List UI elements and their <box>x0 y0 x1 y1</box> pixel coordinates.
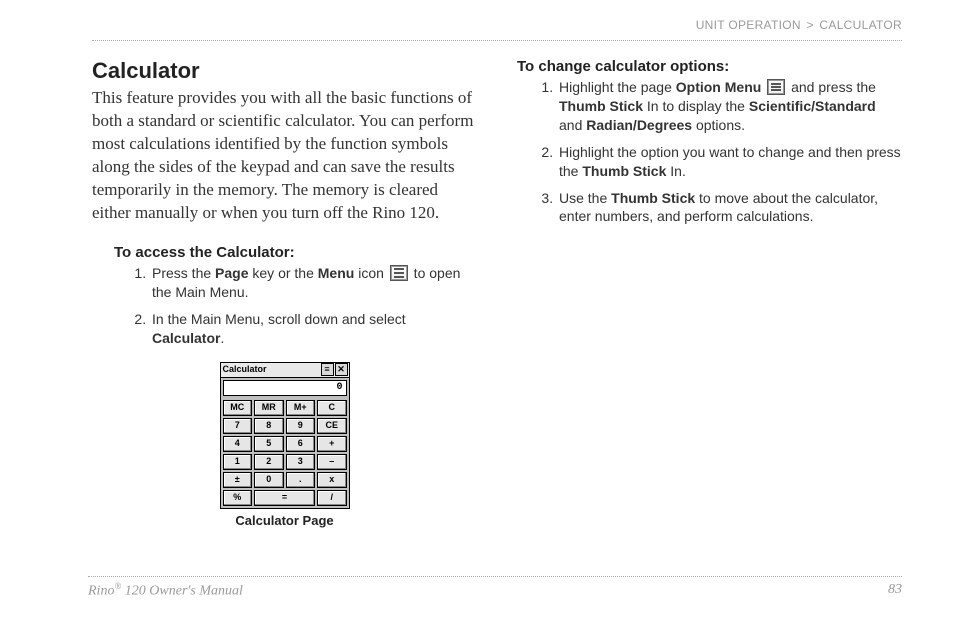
bold: Option Menu <box>676 79 762 95</box>
calc-key-6: 6 <box>286 436 316 452</box>
calculator-window: Calculator ≡ ✕ 0 MC MR M+ C 7 8 9 CE <box>220 362 350 509</box>
titlebar-menu-icon: ≡ <box>321 363 334 376</box>
calc-key-mr: MR <box>254 400 284 416</box>
change-step-2: Highlight the option you want to change … <box>557 143 902 181</box>
calc-key-mplus: M+ <box>286 400 316 416</box>
access-step-1: Press the Page key or the Menu icon to o… <box>150 264 477 302</box>
page: Unit Operation > Calculator Calculator T… <box>0 0 954 621</box>
breadcrumb-page: Calculator <box>819 18 902 32</box>
header-rule <box>92 40 902 41</box>
footer-manual: Rino® 120 Owner's Manual <box>88 581 243 601</box>
menu-icon <box>390 265 408 281</box>
right-column: To change calculator options: Highlight … <box>517 57 902 530</box>
text: icon <box>354 265 387 281</box>
calc-key-8: 8 <box>254 418 284 434</box>
page-title: Calculator <box>92 57 477 86</box>
footer: Rino® 120 Owner's Manual 83 <box>88 576 902 601</box>
calc-key-mult: x <box>317 472 347 488</box>
left-column: Calculator This feature provides you wit… <box>92 57 477 530</box>
access-heading: To access the Calculator: <box>114 243 477 263</box>
calculator-titlebar: Calculator ≡ ✕ <box>221 363 349 378</box>
text: key or the <box>249 265 318 281</box>
bold: Menu <box>318 265 355 281</box>
text: . <box>220 330 224 346</box>
calculator-window-title: Calculator <box>223 364 320 376</box>
footer-page-number: 83 <box>888 581 902 601</box>
calc-key-7: 7 <box>223 418 253 434</box>
calc-key-div: / <box>317 490 347 506</box>
bold: Calculator <box>152 330 220 346</box>
bold: Thumb Stick <box>582 163 666 179</box>
calc-key-plus: + <box>317 436 347 452</box>
text: and <box>559 117 586 133</box>
calculator-keypad: MC MR M+ C 7 8 9 CE 4 5 6 + 1 2 <box>221 398 349 508</box>
calc-key-1: 1 <box>223 454 253 470</box>
text: Highlight the page <box>559 79 676 95</box>
bold: Page <box>215 265 248 281</box>
bold: Scientific/Standard <box>749 98 876 114</box>
calculator-display: 0 <box>223 380 347 396</box>
calc-key-equals: = <box>254 490 315 506</box>
text: In to display the <box>643 98 749 114</box>
change-step-3: Use the Thumb Stick to move about the ca… <box>557 189 902 227</box>
bold: Radian/Degrees <box>586 117 692 133</box>
intro-paragraph: This feature provides you with all the b… <box>92 87 477 225</box>
calc-key-2: 2 <box>254 454 284 470</box>
text: In the Main Menu, scroll down and select <box>152 311 406 327</box>
bold: Thumb Stick <box>559 98 643 114</box>
access-step-2: In the Main Menu, scroll down and select… <box>150 310 477 348</box>
calculator-figure: Calculator ≡ ✕ 0 MC MR M+ C 7 8 9 CE <box>92 362 477 530</box>
calc-key-3: 3 <box>286 454 316 470</box>
calc-key-c: C <box>317 400 347 416</box>
calc-key-dot: . <box>286 472 316 488</box>
text: In. <box>666 163 685 179</box>
footer-manual-b: 120 Owner's Manual <box>121 584 243 599</box>
columns: Calculator This feature provides you wit… <box>92 57 902 530</box>
calc-key-9: 9 <box>286 418 316 434</box>
footer-manual-a: Rino <box>88 584 114 599</box>
calc-key-ce: CE <box>317 418 347 434</box>
calc-key-minus: – <box>317 454 347 470</box>
bold: Thumb Stick <box>611 190 695 206</box>
change-heading: To change calculator options: <box>517 57 902 77</box>
calc-key-4: 4 <box>223 436 253 452</box>
text: options. <box>692 117 745 133</box>
calc-key-mc: MC <box>223 400 253 416</box>
calculator-caption: Calculator Page <box>235 513 333 530</box>
calc-key-percent: % <box>223 490 253 506</box>
text: and press the <box>787 79 876 95</box>
titlebar-close-icon: ✕ <box>335 363 348 376</box>
calc-key-negate: ± <box>223 472 253 488</box>
access-steps: Press the Page key or the Menu icon to o… <box>92 264 477 348</box>
text: Use the <box>559 190 611 206</box>
breadcrumb-section: Unit Operation <box>696 18 801 32</box>
breadcrumb: Unit Operation > Calculator <box>92 18 902 34</box>
calc-key-0: 0 <box>254 472 284 488</box>
calc-key-5: 5 <box>254 436 284 452</box>
option-menu-icon <box>767 79 785 95</box>
change-step-1: Highlight the page Option Menu and press… <box>557 78 902 135</box>
change-steps: Highlight the page Option Menu and press… <box>517 78 902 226</box>
breadcrumb-sep: > <box>806 18 813 32</box>
text: Press the <box>152 265 215 281</box>
